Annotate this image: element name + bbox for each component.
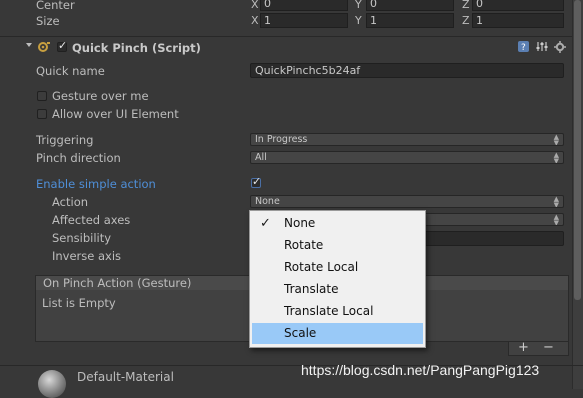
gear-icon[interactable] [554,41,566,53]
enable-simple-action-checkbox[interactable]: ✓ [251,175,261,188]
inverse-axis-label: Inverse axis [52,249,122,263]
size-x-axis-label: X [251,14,259,27]
popup-item-scale[interactable]: Scale [252,323,423,344]
popup-item-rotate-local[interactable]: Rotate Local [252,257,423,278]
size-label: Size [36,14,60,28]
pinch-direction-label: Pinch direction [36,151,121,165]
triggering-dropdown[interactable]: In Progress ▲ ▼ [250,133,564,146]
scrollbar-thumb[interactable] [574,0,581,300]
material-sphere-icon [38,370,66,398]
center-y-axis-label: Y [355,0,362,11]
triggering-label: Triggering [36,133,94,147]
size-z-axis-label: Z [462,14,470,27]
quick-name-label: Quick name [36,64,105,78]
component-foldout-arrow[interactable] [26,43,32,47]
check-icon: ✓ [260,216,271,231]
popup-item-label: Rotate [284,238,324,252]
svg-text:?: ? [521,43,526,52]
gesture-over-me-checkbox[interactable] [37,91,47,101]
dropdown-arrows-icon: ▲ ▼ [553,133,559,146]
event-panel-title: On Pinch Action (Gesture) [43,276,192,290]
action-popup-menu: ✓ None Rotate Rotate Local Translate Tra… [249,210,426,348]
remove-event-button[interactable]: − [543,341,554,355]
component-divider [0,36,583,37]
size-y-axis-label: Y [355,14,362,27]
size-x-field[interactable]: 1 [260,13,348,28]
action-label: Action [52,195,89,209]
popup-item-label: None [284,216,316,230]
material-name: Default-Material [77,370,174,384]
popup-item-translate[interactable]: Translate [252,279,423,300]
size-z-field[interactable]: 1 [472,13,564,28]
action-value: None [255,196,280,207]
allow-over-ui-label: Allow over UI Element [52,107,179,121]
event-list-empty-text: List is Empty [42,296,116,310]
popup-item-none[interactable]: ✓ None [252,213,423,234]
enable-simple-action-label: Enable simple action [36,177,156,191]
center-x-axis-label: X [251,0,259,11]
allow-over-ui-checkbox[interactable] [37,109,47,119]
preset-icon[interactable] [536,41,548,52]
help-icon[interactable]: ? [518,41,529,52]
dropdown-arrows-icon: ▲ ▼ [553,151,559,164]
action-dropdown[interactable]: None ▲ ▼ [250,195,564,208]
quick-name-field[interactable]: QuickPinchc5b24af [250,63,564,78]
center-label: Center [36,0,75,12]
center-x-field[interactable]: 0 [260,0,348,11]
component-enabled-checkbox[interactable]: ✓ [57,39,67,52]
popup-item-label: Scale [284,326,317,340]
popup-item-label: Translate Local [284,304,374,318]
pinch-direction-value: All [255,152,267,163]
pinch-direction-dropdown[interactable]: All ▲ ▼ [250,151,564,164]
affected-axes-label: Affected axes [52,213,131,227]
center-z-axis-label: Z [462,0,470,11]
popup-item-label: Rotate Local [284,260,359,274]
popup-item-translate-local[interactable]: Translate Local [252,301,423,322]
gesture-over-me-label: Gesture over me [52,89,149,103]
add-event-button[interactable]: + [518,341,529,355]
sensibility-label: Sensibility [52,231,112,245]
center-z-field[interactable]: 0 [472,0,564,11]
size-y-field[interactable]: 1 [366,13,454,28]
script-icon [38,42,50,52]
popup-item-rotate[interactable]: Rotate [252,235,423,256]
center-y-field[interactable]: 0 [366,0,454,11]
triggering-value: In Progress [255,134,308,145]
dropdown-arrows-icon: ▲ ▼ [553,195,559,208]
dropdown-arrows-icon: ▲ ▼ [553,213,559,226]
component-title: Quick Pinch (Script) [72,41,201,55]
watermark-text: https://blog.csdn.net/PangPangPig123 [301,362,540,378]
popup-item-label: Translate [284,282,339,296]
